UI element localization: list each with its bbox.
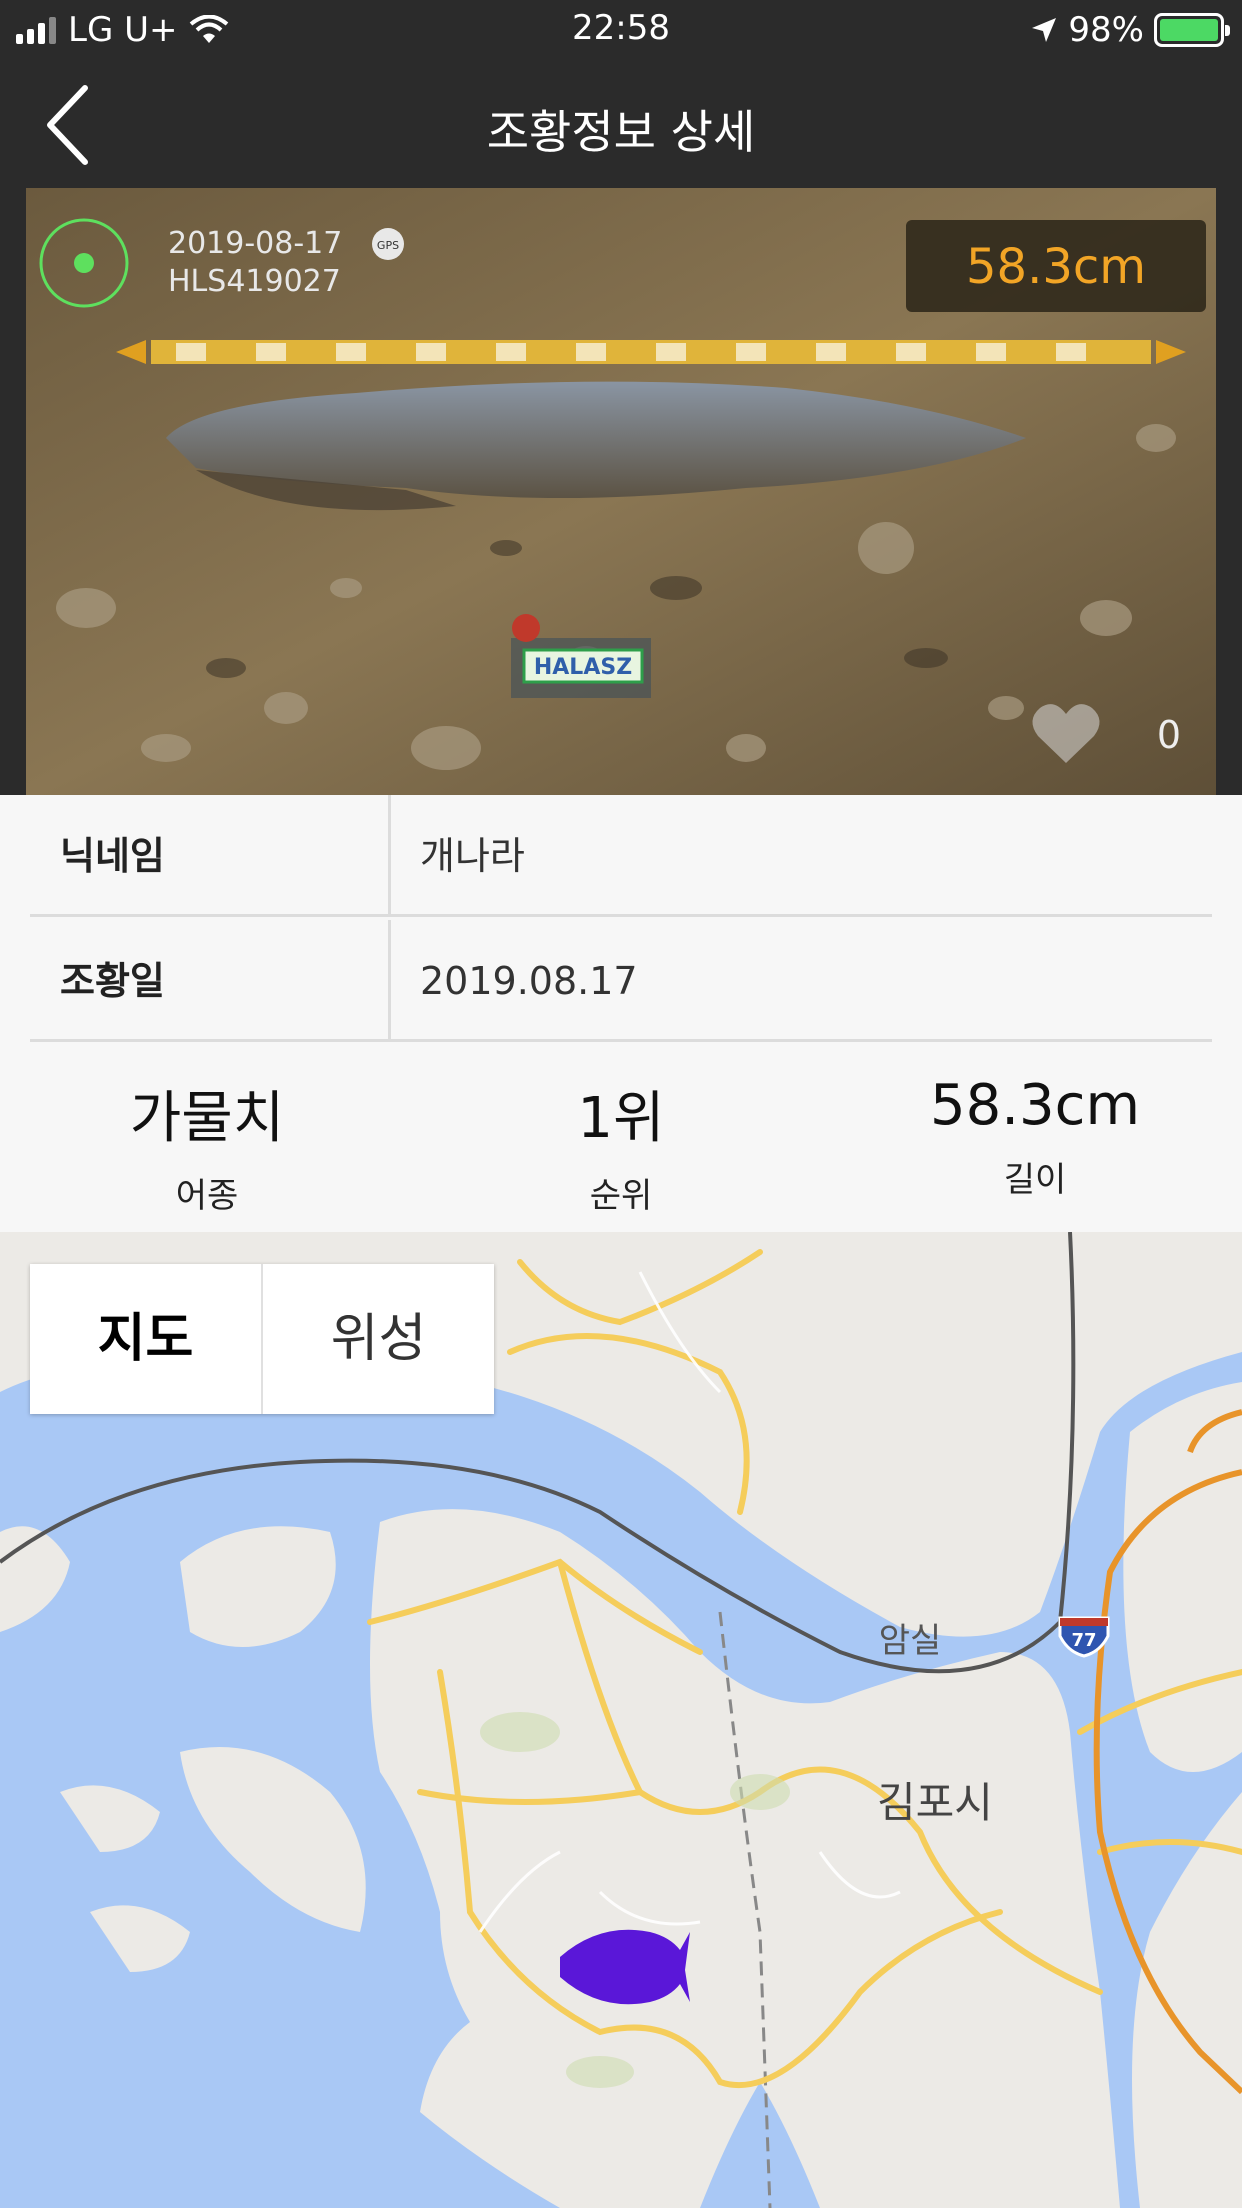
- status-right: 98%: [1030, 8, 1230, 52]
- svg-text:HALASZ: HALASZ: [534, 655, 632, 680]
- catch-photo: 2019-08-17 GPS HLS419027 58.3cm HALASZ 0: [0, 188, 1242, 795]
- gps-badge: GPS: [377, 239, 399, 252]
- row-divider: [388, 920, 391, 1042]
- info-row-nickname: 닉네임 개나라: [30, 795, 1212, 917]
- nav-bar: 조황정보 상세: [0, 58, 1242, 188]
- route-77-label: 77: [1071, 1630, 1096, 1651]
- stat-rank: 1위 순위: [414, 1045, 828, 1232]
- device-id: HLS419027: [168, 264, 341, 299]
- catch-stats: 가물치 어종 1위 순위 58.3cm 길이: [0, 1045, 1242, 1232]
- catch-info: 닉네임 개나라 조황일 2019.08.17 가물치 어종 1위 순위 58.3…: [0, 795, 1242, 1232]
- place-label-gimpo: 김포시: [877, 1778, 993, 1827]
- catch-date-label: 조황일: [60, 959, 165, 1003]
- map-type-toggle: 지도 위성: [30, 1264, 494, 1414]
- stat-length: 58.3cm 길이: [828, 1045, 1242, 1232]
- nickname-value: 개나라: [420, 834, 525, 878]
- row-divider: [388, 795, 391, 917]
- measurement-overlay: 58.3cm: [966, 239, 1146, 295]
- length-label: 길이: [1003, 1160, 1067, 1200]
- status-bar: LG U+ 22:58 98%: [0, 0, 1242, 58]
- battery-percent: 98%: [1068, 10, 1144, 50]
- catch-photo-image: 2019-08-17 GPS HLS419027 58.3cm HALASZ 0: [26, 188, 1216, 795]
- place-label-amsil: 암실: [879, 1621, 942, 1661]
- battery-icon: [1154, 13, 1230, 47]
- rank-label: 순위: [589, 1176, 653, 1216]
- nickname-label: 닉네임: [60, 834, 165, 878]
- length-value: 58.3cm: [929, 1073, 1141, 1138]
- catch-date-value: 2019.08.17: [420, 959, 638, 1003]
- location-map[interactable]: 77 암실 김포시 지도 위성: [0, 1232, 1242, 2208]
- photo-date-stamp: 2019-08-17: [168, 226, 342, 261]
- like-count: 0: [1157, 713, 1181, 757]
- page-title: 조황정보 상세: [486, 105, 756, 159]
- species-label: 어종: [175, 1176, 239, 1216]
- map-view-button[interactable]: 지도: [30, 1264, 263, 1414]
- satellite-view-button[interactable]: 위성: [263, 1264, 494, 1414]
- stat-species: 가물치 어종: [0, 1045, 414, 1232]
- location-arrow-icon: [1032, 18, 1057, 42]
- species-value: 가물치: [129, 1086, 285, 1151]
- rank-value: 1위: [577, 1086, 665, 1151]
- info-row-date: 조황일 2019.08.17: [30, 920, 1212, 1042]
